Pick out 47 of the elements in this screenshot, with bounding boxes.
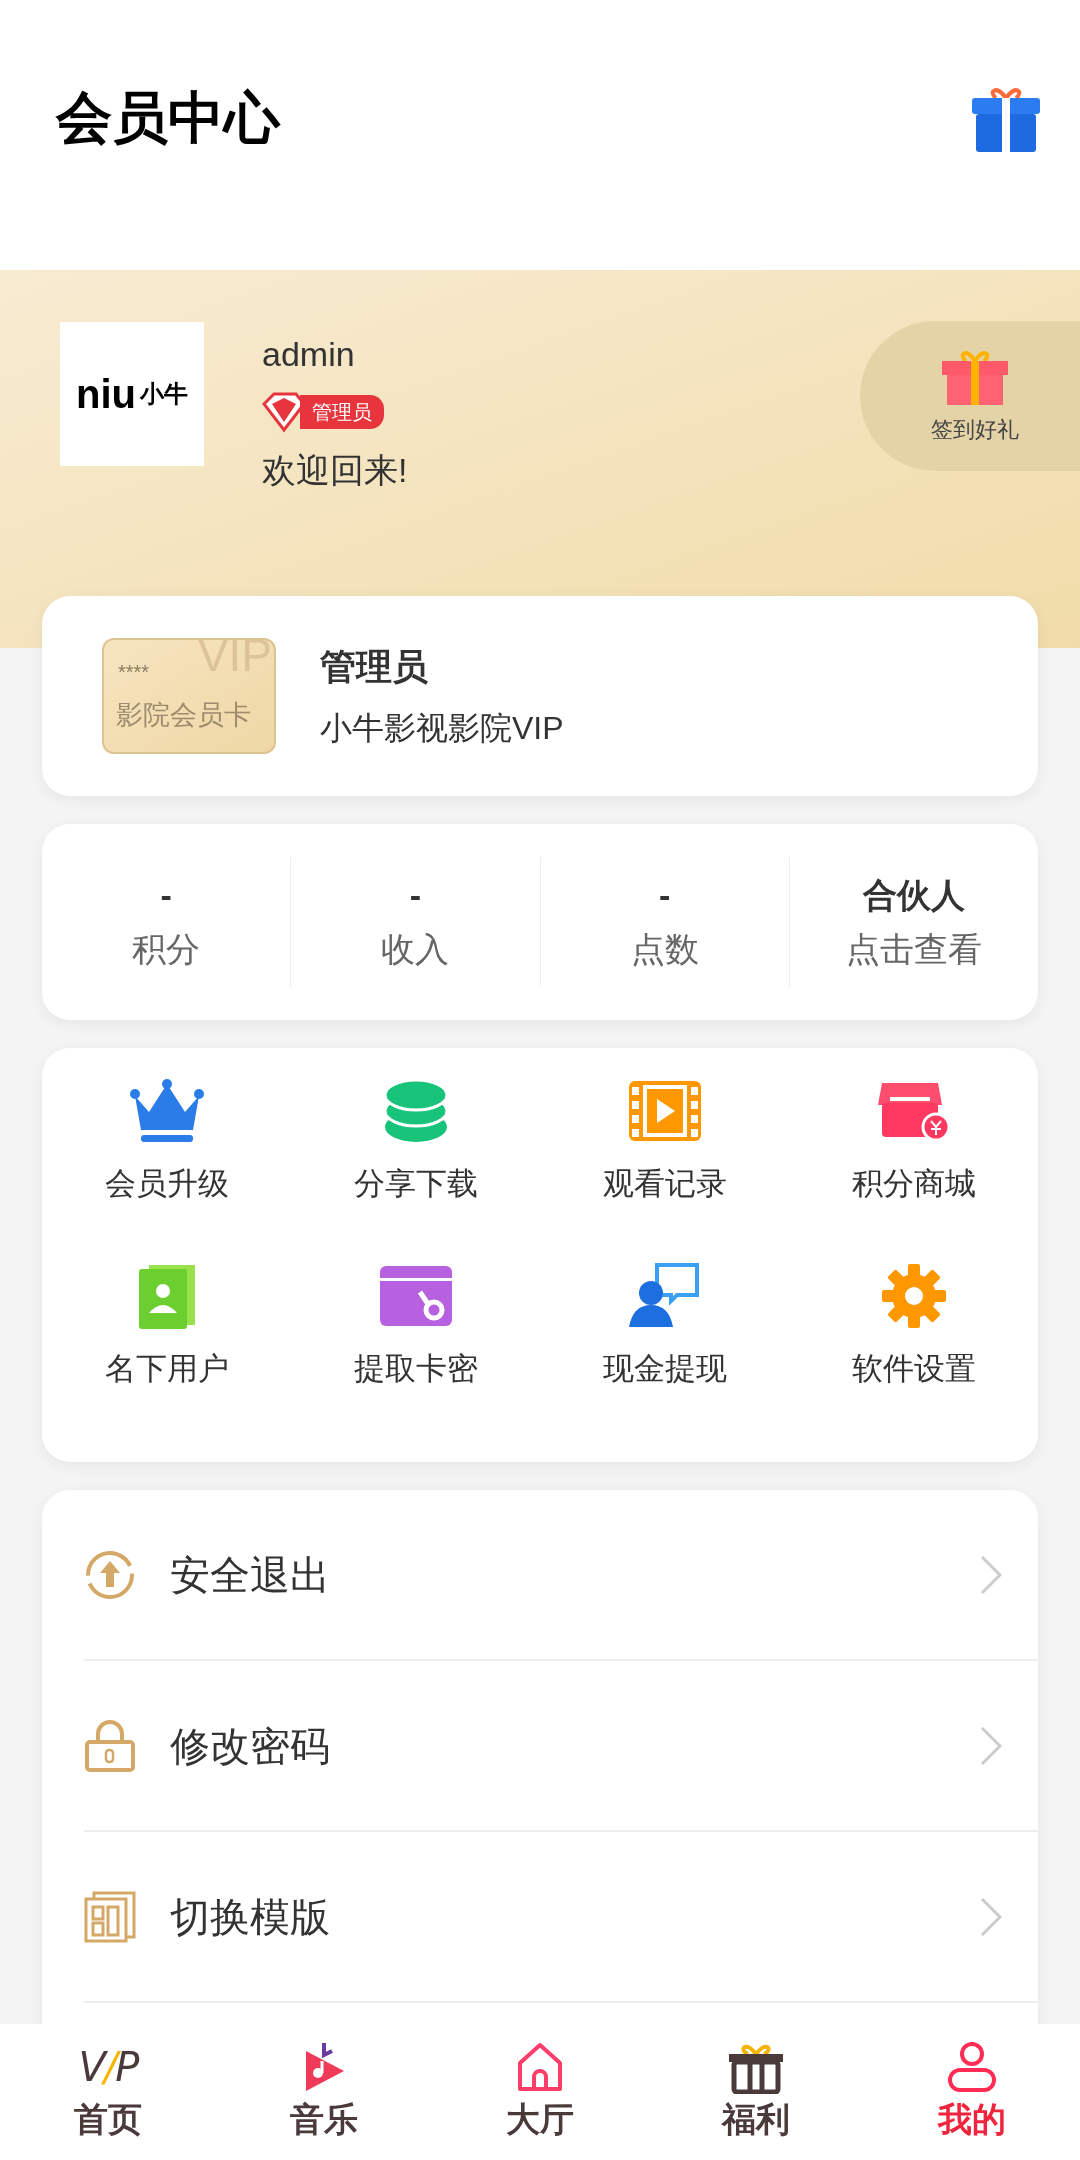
stat-item[interactable]: - 点数 (539, 857, 789, 987)
tab-item[interactable]: V/P 首页 (0, 2024, 216, 2160)
home-icon (516, 2041, 564, 2093)
card-label: 影院会员卡 (116, 702, 251, 729)
greeting-text: 欢迎回来! (262, 450, 408, 491)
chevron-right-icon (980, 1725, 1002, 1766)
tab-item[interactable]: 音乐 (216, 2024, 432, 2160)
role-badge: 管理员 (300, 395, 384, 429)
menu-item[interactable]: 切换模版 (84, 1832, 1038, 2003)
contact-book-icon (136, 1263, 197, 1329)
shortcut-label[interactable]: 分享下载 (353, 1164, 478, 1204)
shortcut-label[interactable]: 会员升级 (104, 1164, 229, 1204)
vip-logo: V/P (78, 2043, 138, 2091)
checkin-gift-button[interactable]: 签到好礼 (860, 321, 1080, 471)
tab-item[interactable]: 福利 (648, 2024, 864, 2160)
film-play-icon (626, 1079, 703, 1143)
shortcut-label[interactable]: 积分商城 (851, 1164, 976, 1204)
coin-stack-icon (382, 1079, 449, 1143)
logo-text: 小牛 (140, 382, 188, 406)
card-key-icon (377, 1264, 454, 1328)
layout-icon (84, 1890, 136, 1943)
stat-item[interactable]: - 积分 (42, 857, 291, 987)
card-number: **** (118, 662, 150, 682)
user-chat-icon (628, 1263, 701, 1329)
tab-item[interactable]: 我的 (864, 2024, 1080, 2160)
page-title: 会员中心 (56, 85, 280, 151)
chevron-right-icon (980, 1896, 1002, 1937)
lock-icon (84, 1719, 136, 1772)
menu-item[interactable]: 修改密码 (84, 1661, 1038, 1832)
shortcut-label[interactable]: 现金提现 (602, 1349, 727, 1389)
stat-item[interactable]: 合伙人 点击查看 (788, 857, 1038, 987)
settings-icon (881, 1264, 946, 1328)
username: admin (262, 334, 355, 375)
shortcut-label[interactable]: 观看记录 (602, 1164, 727, 1204)
membership-name: 小牛影视影院VIP (320, 709, 564, 748)
shortcut-label[interactable]: 名下用户 (104, 1349, 229, 1389)
logo-text: niu (76, 374, 136, 414)
upload-circle-icon (84, 1548, 136, 1601)
menu-item[interactable]: 安全退出 (84, 1490, 1038, 1661)
shortcut-label[interactable]: 软件设置 (851, 1349, 976, 1389)
shortcut-label[interactable]: 提取卡密 (353, 1349, 478, 1389)
crown-icon (128, 1078, 205, 1144)
membership-title: 管理员 (320, 645, 429, 689)
chevron-right-icon (980, 1554, 1002, 1595)
stat-item[interactable]: - 收入 (290, 857, 540, 987)
tab-item[interactable]: 大厅 (432, 2024, 648, 2160)
user-icon (946, 2041, 998, 2093)
